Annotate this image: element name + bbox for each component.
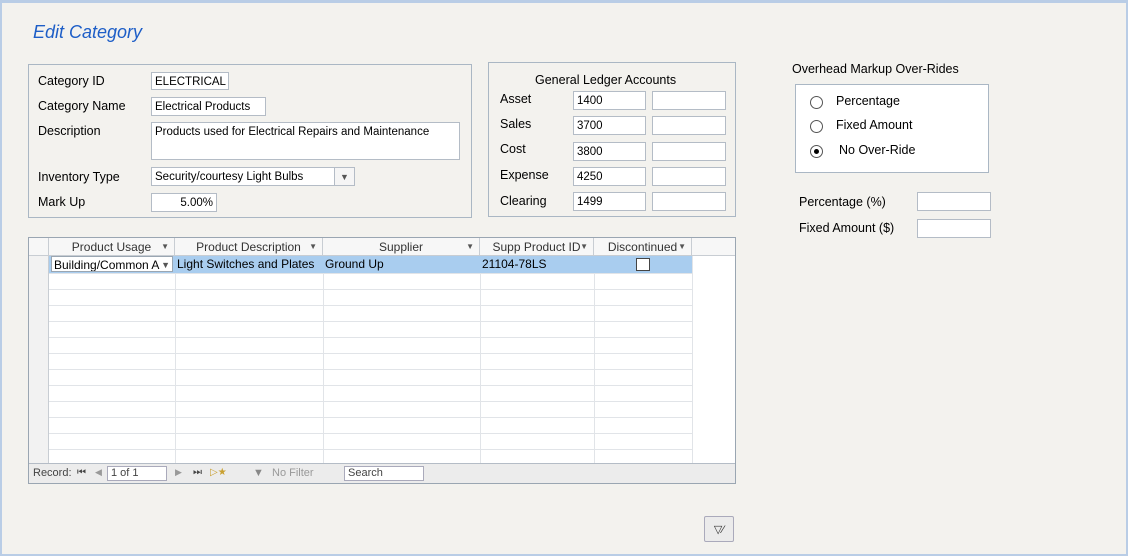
gl-clearing-extra-field[interactable] — [652, 192, 726, 211]
column-header-product-usage[interactable]: Product Usage ▼ — [49, 238, 175, 256]
first-record-icon[interactable]: ⏮ — [77, 467, 86, 478]
record-navigator: Record: ⏮ ◀ 1 of 1 ▶ ⏭ ▷★ ▼ No Filter Se… — [29, 463, 735, 483]
row-selector-strip — [29, 256, 49, 465]
description-field[interactable]: Products used for Electrical Repairs and… — [151, 122, 460, 160]
grid-line — [49, 449, 692, 450]
description-label: Description — [38, 124, 101, 138]
record-position-field[interactable]: 1 of 1 — [107, 466, 167, 481]
percentage-option-label: Percentage — [836, 94, 900, 108]
inventory-type-combo[interactable]: Security/courtesy Light Bulbs ▼ — [151, 167, 355, 186]
next-record-icon[interactable]: ▶ — [175, 467, 182, 478]
gl-sales-field[interactable]: 3700 — [573, 116, 646, 135]
no-override-option-label: No Over-Ride — [839, 143, 916, 157]
grid-line — [323, 273, 324, 465]
category-name-label: Category Name — [38, 99, 126, 113]
grid-line — [175, 273, 176, 465]
inventory-type-label: Inventory Type — [38, 170, 120, 184]
fixed-amount-option-label: Fixed Amount — [836, 118, 913, 132]
category-id-label: Category ID — [38, 74, 105, 88]
table-row[interactable]: Building/Common A ▼ Light Switches and P… — [49, 256, 692, 273]
markup-field[interactable]: 5.00% — [151, 193, 217, 212]
last-record-icon[interactable]: ⏭ — [193, 467, 202, 478]
filter-icon: ▽⁄ — [713, 523, 725, 536]
category-id-field[interactable]: ELECTRICAL — [151, 72, 229, 90]
no-filter-label: No Filter — [272, 467, 314, 479]
sort-arrow-icon: ▼ — [466, 242, 474, 251]
grid-line — [480, 273, 481, 465]
gl-asset-extra-field[interactable] — [652, 91, 726, 110]
overhead-option-group: Percentage Fixed Amount No Over-Ride — [795, 84, 989, 173]
sort-arrow-icon: ▼ — [678, 242, 686, 251]
percentage-radio[interactable] — [810, 96, 823, 109]
gl-expense-field[interactable]: 4250 — [573, 167, 646, 186]
product-description-cell[interactable]: Light Switches and Plates — [175, 256, 323, 273]
category-details-panel: Category ID ELECTRICAL Category Name Ele… — [28, 64, 472, 218]
fixed-amount-radio[interactable] — [810, 120, 823, 133]
grid-line — [49, 305, 692, 306]
grid-line — [49, 321, 692, 322]
products-datasheet: Product Usage ▼ Product Description ▼ Supp… — [28, 237, 736, 484]
supp-product-id-cell[interactable]: 21104-78LS — [480, 256, 594, 273]
fixed-amount-field[interactable] — [917, 219, 991, 238]
grid-line — [692, 256, 693, 465]
grid-line — [49, 353, 692, 354]
sort-arrow-icon: ▼ — [580, 242, 588, 251]
sort-arrow-icon: ▼ — [309, 242, 317, 251]
grid-line — [49, 289, 692, 290]
form-title: Edit Category — [33, 22, 143, 42]
product-usage-combo[interactable]: Building/Common A ▼ — [51, 256, 173, 272]
inventory-type-value: Security/courtesy Light Bulbs — [155, 171, 304, 183]
fixed-amount-label: Fixed Amount ($) — [799, 221, 895, 235]
record-label: Record: — [33, 467, 72, 479]
column-header-discontinued[interactable]: Discontinued ▼ — [594, 238, 692, 256]
discontinued-checkbox[interactable] — [636, 258, 650, 271]
grid-line — [49, 417, 692, 418]
grid-line — [49, 433, 692, 434]
percentage-label: Percentage (%) — [799, 195, 886, 209]
chevron-down-icon[interactable]: ▼ — [161, 257, 170, 271]
gl-expense-extra-field[interactable] — [652, 167, 726, 186]
percentage-field[interactable] — [917, 192, 991, 211]
grid-line — [594, 273, 595, 465]
column-header-product-description[interactable]: Product Description ▼ — [175, 238, 323, 256]
column-header-supplier[interactable]: Supplier ▼ — [323, 238, 480, 256]
new-record-icon[interactable]: ▷★ — [210, 467, 227, 478]
category-name-field[interactable]: Electrical Products — [151, 97, 266, 116]
previous-record-icon[interactable]: ◀ — [95, 467, 102, 478]
gl-clearing-field[interactable]: 1499 — [573, 192, 646, 211]
gl-asset-field[interactable]: 1400 — [573, 91, 646, 110]
gl-label-asset: Asset — [500, 92, 532, 106]
gl-accounts-panel: General Ledger Accounts Asset 1400 Sales… — [488, 62, 736, 217]
filter-toggle-button[interactable]: ▽⁄ — [704, 516, 734, 542]
gl-title: General Ledger Accounts — [535, 73, 677, 87]
grid-line — [49, 385, 692, 386]
supplier-cell[interactable]: Ground Up — [323, 256, 480, 273]
no-override-radio[interactable] — [810, 145, 823, 158]
gl-cost-field[interactable]: 3800 — [573, 142, 646, 161]
grid-line — [49, 337, 692, 338]
gl-label-cost: Cost — [500, 142, 526, 156]
column-header-supp-product-id[interactable]: Supp Product ID ▼ — [480, 238, 594, 256]
overhead-title: Overhead Markup Over-Rides — [792, 62, 959, 76]
grid-line — [49, 401, 692, 402]
column-header-blank — [692, 238, 735, 256]
gl-label-clearing: Clearing — [500, 194, 547, 208]
gl-sales-extra-field[interactable] — [652, 116, 726, 135]
chevron-down-icon[interactable]: ▼ — [334, 168, 354, 185]
gl-label-sales: Sales — [500, 117, 532, 131]
row-selector-header[interactable] — [29, 238, 49, 256]
markup-label: Mark Up — [38, 195, 86, 209]
gl-label-expense: Expense — [500, 168, 549, 182]
grid-line — [49, 369, 692, 370]
search-input[interactable]: Search — [344, 466, 424, 481]
sort-arrow-icon: ▼ — [161, 242, 169, 251]
grid-line — [49, 273, 692, 274]
gl-cost-extra-field[interactable] — [652, 142, 726, 161]
filter-icon[interactable]: ▼ — [253, 467, 264, 479]
